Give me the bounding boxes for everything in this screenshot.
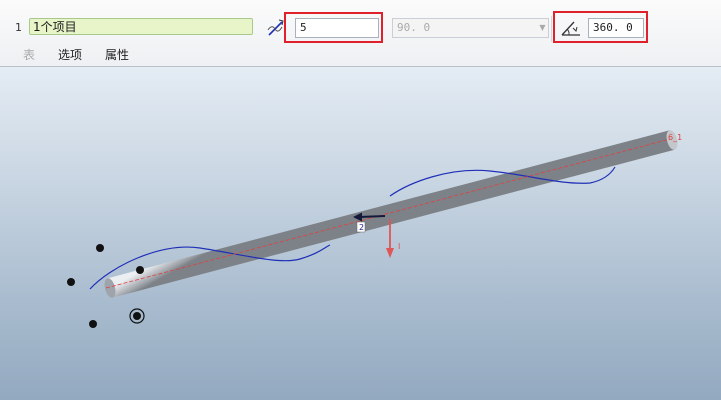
secondary-input: 90. 0 bbox=[392, 18, 549, 38]
selected-handle-point[interactable] bbox=[129, 308, 145, 324]
tab-table: 表 bbox=[23, 48, 36, 62]
graphics-viewport[interactable]: 6_1 2 I bbox=[0, 67, 721, 400]
angle-highlight bbox=[553, 11, 648, 43]
dashboard-controls: 1 1个项目 5 90. 0 ▼ 360. 0 bbox=[0, 0, 721, 43]
handle-point[interactable] bbox=[67, 278, 75, 286]
tab-options[interactable]: 选项 bbox=[58, 46, 82, 63]
tab-properties[interactable]: 属性 bbox=[105, 46, 129, 63]
pitch-icon bbox=[267, 19, 284, 36]
handle-point[interactable] bbox=[89, 320, 97, 328]
cylinder-body[interactable] bbox=[103, 129, 680, 299]
handle-point[interactable] bbox=[96, 244, 104, 252]
model-canvas[interactable]: 6_1 2 I bbox=[0, 67, 721, 400]
arrow-label: I bbox=[398, 242, 400, 251]
dashboard-tabs: 表 选项 属性 bbox=[0, 44, 721, 64]
toolbar-separator bbox=[551, 16, 552, 42]
handle-point[interactable] bbox=[136, 266, 144, 274]
reference-count: 1 bbox=[15, 21, 22, 34]
handle-label: 2 bbox=[359, 223, 364, 232]
chevron-down-icon: ▼ bbox=[539, 23, 546, 32]
dashboard: 1 1个项目 5 90. 0 ▼ 360. 0 表 选项 属性 bbox=[0, 0, 721, 67]
end-label: 6_1 bbox=[668, 133, 682, 142]
reference-collector[interactable]: 1个项目 bbox=[29, 18, 253, 35]
axis-line bbox=[105, 138, 671, 289]
pitch-highlight bbox=[284, 12, 383, 43]
